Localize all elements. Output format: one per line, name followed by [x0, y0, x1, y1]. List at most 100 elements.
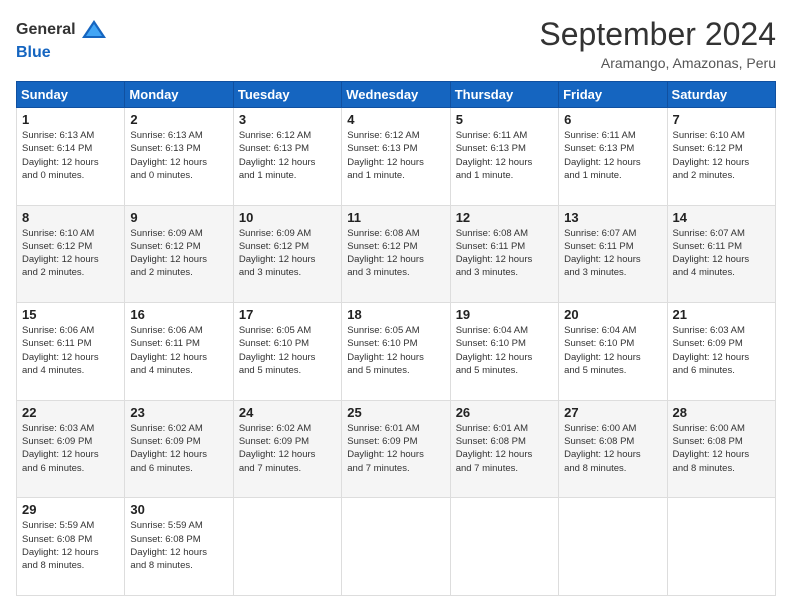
calendar-cell [233, 498, 341, 596]
day-detail: Sunrise: 6:08 AM Sunset: 6:12 PM Dayligh… [347, 227, 444, 280]
day-detail: Sunrise: 6:00 AM Sunset: 6:08 PM Dayligh… [564, 422, 661, 475]
day-detail: Sunrise: 6:01 AM Sunset: 6:09 PM Dayligh… [347, 422, 444, 475]
calendar-cell: 30 Sunrise: 5:59 AM Sunset: 6:08 PM Dayli… [125, 498, 233, 596]
day-detail: Sunrise: 6:04 AM Sunset: 6:10 PM Dayligh… [564, 324, 661, 377]
day-detail: Sunrise: 5:59 AM Sunset: 6:08 PM Dayligh… [130, 519, 227, 572]
calendar-cell: 28 Sunrise: 6:00 AM Sunset: 6:08 PM Dayli… [667, 400, 775, 498]
day-number: 3 [239, 112, 336, 127]
col-header-wednesday: Wednesday [342, 82, 450, 108]
col-header-monday: Monday [125, 82, 233, 108]
calendar-cell: 18 Sunrise: 6:05 AM Sunset: 6:10 PM Dayli… [342, 303, 450, 401]
calendar-cell: 6 Sunrise: 6:11 AM Sunset: 6:13 PM Daylig… [559, 108, 667, 206]
day-detail: Sunrise: 6:13 AM Sunset: 6:13 PM Dayligh… [130, 129, 227, 182]
calendar-cell: 23 Sunrise: 6:02 AM Sunset: 6:09 PM Dayli… [125, 400, 233, 498]
day-detail: Sunrise: 6:05 AM Sunset: 6:10 PM Dayligh… [347, 324, 444, 377]
day-number: 6 [564, 112, 661, 127]
day-number: 27 [564, 405, 661, 420]
calendar-cell: 17 Sunrise: 6:05 AM Sunset: 6:10 PM Dayli… [233, 303, 341, 401]
title-block: September 2024 Aramango, Amazonas, Peru [539, 16, 776, 71]
week-row-3: 15Sunrise: 6:06 AM Sunset: 6:11 PM Dayli… [17, 303, 776, 401]
day-number: 8 [22, 210, 119, 225]
calendar-cell: 11 Sunrise: 6:08 AM Sunset: 6:12 PM Dayli… [342, 205, 450, 303]
calendar-cell: 3Sunrise: 6:12 AM Sunset: 6:13 PM Daylig… [233, 108, 341, 206]
calendar-cell: 15Sunrise: 6:06 AM Sunset: 6:11 PM Dayli… [17, 303, 125, 401]
calendar-cell: 25 Sunrise: 6:01 AM Sunset: 6:09 PM Dayli… [342, 400, 450, 498]
day-number: 24 [239, 405, 336, 420]
day-detail: Sunrise: 6:02 AM Sunset: 6:09 PM Dayligh… [130, 422, 227, 475]
day-number: 18 [347, 307, 444, 322]
week-row-1: 1 Sunrise: 6:13 AM Sunset: 6:14 PM Daylig… [17, 108, 776, 206]
day-number: 9 [130, 210, 227, 225]
day-number: 25 [347, 405, 444, 420]
month-title: September 2024 [539, 16, 776, 53]
day-detail: Sunrise: 6:09 AM Sunset: 6:12 PM Dayligh… [239, 227, 336, 280]
day-number: 12 [456, 210, 553, 225]
calendar-cell: 19Sunrise: 6:04 AM Sunset: 6:10 PM Dayli… [450, 303, 558, 401]
location: Aramango, Amazonas, Peru [539, 55, 776, 71]
day-number: 2 [130, 112, 227, 127]
day-number: 16 [130, 307, 227, 322]
header: General Blue September 2024 Aramango, Am… [16, 16, 776, 71]
calendar-cell: 5Sunrise: 6:11 AM Sunset: 6:13 PM Daylig… [450, 108, 558, 206]
day-detail: Sunrise: 6:07 AM Sunset: 6:11 PM Dayligh… [564, 227, 661, 280]
calendar-cell: 14 Sunrise: 6:07 AM Sunset: 6:11 PM Dayli… [667, 205, 775, 303]
day-number: 30 [130, 502, 227, 517]
day-detail: Sunrise: 5:59 AM Sunset: 6:08 PM Dayligh… [22, 519, 119, 572]
week-row-5: 29 Sunrise: 5:59 AM Sunset: 6:08 PM Dayli… [17, 498, 776, 596]
calendar-cell: 13Sunrise: 6:07 AM Sunset: 6:11 PM Dayli… [559, 205, 667, 303]
day-number: 22 [22, 405, 119, 420]
page: General Blue September 2024 Aramango, Am… [0, 0, 792, 612]
day-number: 1 [22, 112, 119, 127]
day-detail: Sunrise: 6:07 AM Sunset: 6:11 PM Dayligh… [673, 227, 770, 280]
col-header-saturday: Saturday [667, 82, 775, 108]
calendar-cell: 1 Sunrise: 6:13 AM Sunset: 6:14 PM Daylig… [17, 108, 125, 206]
calendar-cell: 7Sunrise: 6:10 AM Sunset: 6:12 PM Daylig… [667, 108, 775, 206]
calendar-cell: 2 Sunrise: 6:13 AM Sunset: 6:13 PM Daylig… [125, 108, 233, 206]
calendar-cell: 4 Sunrise: 6:12 AM Sunset: 6:13 PM Daylig… [342, 108, 450, 206]
day-number: 11 [347, 210, 444, 225]
day-number: 4 [347, 112, 444, 127]
day-number: 20 [564, 307, 661, 322]
day-number: 14 [673, 210, 770, 225]
day-detail: Sunrise: 6:12 AM Sunset: 6:13 PM Dayligh… [347, 129, 444, 182]
day-number: 23 [130, 405, 227, 420]
week-row-2: 8Sunrise: 6:10 AM Sunset: 6:12 PM Daylig… [17, 205, 776, 303]
day-detail: Sunrise: 6:06 AM Sunset: 6:11 PM Dayligh… [22, 324, 119, 377]
calendar-cell: 21 Sunrise: 6:03 AM Sunset: 6:09 PM Dayli… [667, 303, 775, 401]
day-number: 7 [673, 112, 770, 127]
day-number: 21 [673, 307, 770, 322]
week-row-4: 22 Sunrise: 6:03 AM Sunset: 6:09 PM Dayli… [17, 400, 776, 498]
calendar-cell: 22 Sunrise: 6:03 AM Sunset: 6:09 PM Dayli… [17, 400, 125, 498]
col-header-sunday: Sunday [17, 82, 125, 108]
day-detail: Sunrise: 6:08 AM Sunset: 6:11 PM Dayligh… [456, 227, 553, 280]
calendar-cell: 9 Sunrise: 6:09 AM Sunset: 6:12 PM Daylig… [125, 205, 233, 303]
day-number: 5 [456, 112, 553, 127]
calendar-cell: 12 Sunrise: 6:08 AM Sunset: 6:11 PM Dayli… [450, 205, 558, 303]
col-header-thursday: Thursday [450, 82, 558, 108]
calendar-cell: 24Sunrise: 6:02 AM Sunset: 6:09 PM Dayli… [233, 400, 341, 498]
day-number: 26 [456, 405, 553, 420]
logo-blue-text: Blue [16, 44, 51, 62]
day-detail: Sunrise: 6:09 AM Sunset: 6:12 PM Dayligh… [130, 227, 227, 280]
logo-general-text: General [16, 21, 76, 39]
col-header-tuesday: Tuesday [233, 82, 341, 108]
calendar: SundayMondayTuesdayWednesdayThursdayFrid… [16, 81, 776, 596]
calendar-cell [667, 498, 775, 596]
day-detail: Sunrise: 6:03 AM Sunset: 6:09 PM Dayligh… [673, 324, 770, 377]
day-number: 17 [239, 307, 336, 322]
day-detail: Sunrise: 6:11 AM Sunset: 6:13 PM Dayligh… [564, 129, 661, 182]
day-detail: Sunrise: 6:06 AM Sunset: 6:11 PM Dayligh… [130, 324, 227, 377]
day-detail: Sunrise: 6:03 AM Sunset: 6:09 PM Dayligh… [22, 422, 119, 475]
day-number: 29 [22, 502, 119, 517]
day-number: 28 [673, 405, 770, 420]
calendar-header-row: SundayMondayTuesdayWednesdayThursdayFrid… [17, 82, 776, 108]
col-header-friday: Friday [559, 82, 667, 108]
day-detail: Sunrise: 6:00 AM Sunset: 6:08 PM Dayligh… [673, 422, 770, 475]
calendar-cell: 20 Sunrise: 6:04 AM Sunset: 6:10 PM Dayli… [559, 303, 667, 401]
logo: General Blue [16, 16, 108, 62]
calendar-cell: 16 Sunrise: 6:06 AM Sunset: 6:11 PM Dayli… [125, 303, 233, 401]
day-detail: Sunrise: 6:05 AM Sunset: 6:10 PM Dayligh… [239, 324, 336, 377]
calendar-cell [342, 498, 450, 596]
day-number: 10 [239, 210, 336, 225]
day-detail: Sunrise: 6:13 AM Sunset: 6:14 PM Dayligh… [22, 129, 119, 182]
